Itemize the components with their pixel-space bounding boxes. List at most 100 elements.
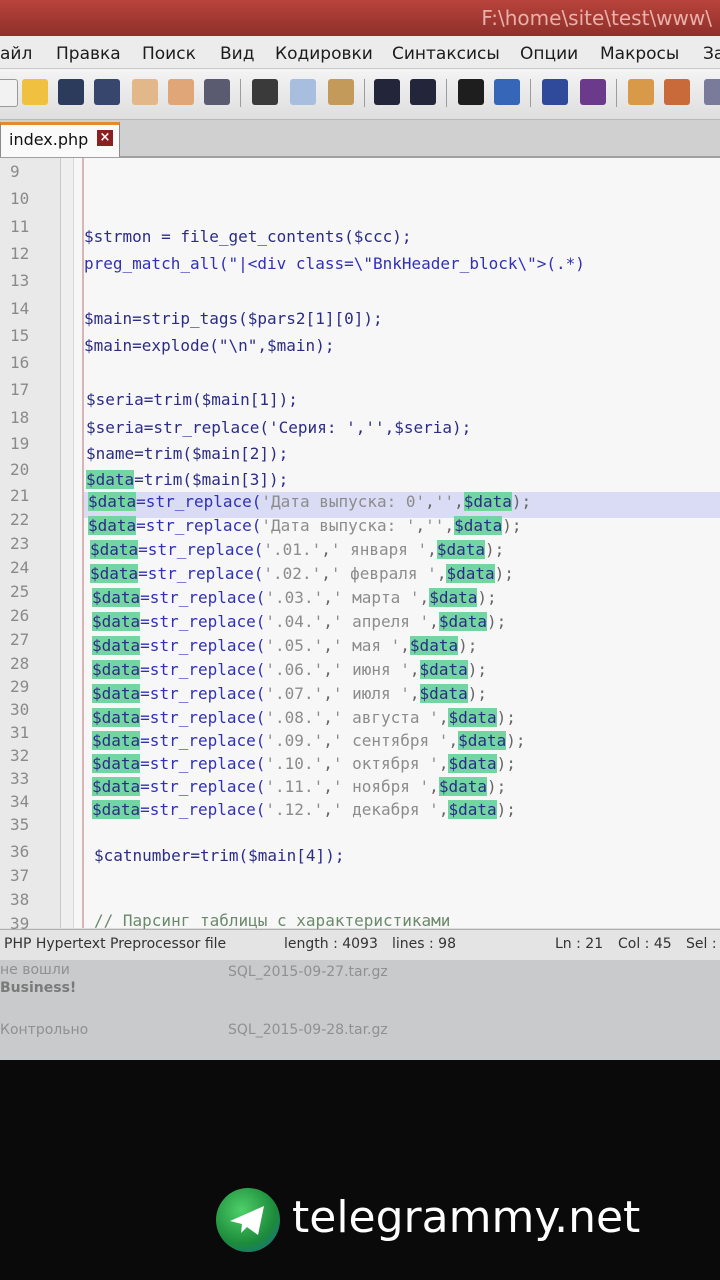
punctuation: , [323,754,333,773]
line-number: 32 [10,746,30,765]
string-literal: ' декабря ' [332,800,439,819]
watermark: telegrammy.net [216,1188,706,1252]
line-number: 17 [10,380,30,399]
code-line-11: $strmon = file_get_contents($ccc); [84,227,412,246]
punctuation: , [427,540,437,559]
highlighted-variable: $data [90,540,139,559]
punctuation: , [323,731,333,750]
string-literal: ' мая ' [332,636,401,655]
punctuation: , [323,777,333,796]
close-icon[interactable]: × [97,130,113,146]
string-literal: ' марта ' [332,588,420,607]
open-folder-icon[interactable] [22,79,48,105]
undo-icon[interactable] [374,79,400,105]
punctuation: , [438,800,449,819]
zoom-out-icon[interactable] [580,79,606,105]
highlighted-variable: $data [88,492,137,511]
replace-icon[interactable] [494,79,520,105]
save-icon[interactable] [58,79,84,105]
string-literal: '' [425,516,445,535]
punctuation: , [438,708,449,727]
tab-index-php[interactable]: index.php × [0,122,120,157]
code-editor[interactable]: 9 10 11 12 13 14 15 16 17 18 19 20 21 22… [0,158,720,933]
toolbar-separator [530,79,531,107]
copy-icon[interactable] [290,79,316,105]
save-all-icon[interactable] [94,79,120,105]
string-literal: ' февраля ' [330,564,437,583]
highlighted-variable: $data [90,564,139,583]
menu-search[interactable]: Поиск [142,44,196,64]
punctuation: , [409,660,420,679]
function-call: =str_replace( [140,731,266,750]
find-icon[interactable] [458,79,484,105]
print-icon[interactable] [204,79,230,105]
string-literal: '.01.' [263,540,322,559]
string-literal: ' июня ' [332,660,410,679]
punctuation: ); [511,492,532,511]
highlighted-variable: $data [92,660,141,679]
punctuation: , [415,516,426,535]
string-literal: ' октября ' [332,754,439,773]
line-number: 35 [10,815,30,834]
punctuation: ); [486,777,507,796]
line-number: 21 [10,486,30,505]
line-number-gutter: 9 10 11 12 13 14 15 16 17 18 19 20 21 22… [0,158,61,933]
code-line-28: $data=str_replace('.06.',' июня ',$data)… [92,660,487,679]
paste-icon[interactable] [328,79,354,105]
highlighted-variable: $data [448,708,497,727]
close-all-icon[interactable] [168,79,194,105]
highlighted-variable: $data [458,731,507,750]
file-link[interactable]: SQL_2015-09-28.tar.gz [228,1022,388,1038]
punctuation: , [323,636,333,655]
sync-scroll-icon[interactable] [628,79,654,105]
code-line-17: $seria=trim($main[1]); [86,390,298,409]
highlighted-variable: $data [438,612,487,631]
function-call: =str_replace( [136,492,262,511]
code-line-19: $name=trim($main[2]); [86,444,289,463]
word-wrap-icon[interactable] [664,79,690,105]
function-call: =str_replace( [140,612,266,631]
new-file-icon[interactable] [0,79,18,107]
show-all-chars-icon[interactable] [704,79,720,105]
telegram-logo-icon [216,1188,280,1252]
menu-syntax[interactable]: Синтаксисы [392,44,500,64]
string-literal: '.09.' [265,731,324,750]
function-call: =str_replace( [140,800,266,819]
punctuation: , [323,588,333,607]
cut-icon[interactable] [252,79,278,105]
menu-edit[interactable]: Правка [56,44,121,64]
edge-line [82,158,84,928]
status-col: Col : 45 [618,936,672,952]
line-number: 9 [10,162,20,181]
menu-view[interactable]: Вид [220,44,254,64]
zoom-in-icon[interactable] [542,79,568,105]
status-ln: Ln : 21 [555,936,604,952]
line-number: 37 [10,866,30,885]
menu-file[interactable]: айл [0,44,32,64]
file-link[interactable]: SQL_2015-09-27.tar.gz [228,964,388,980]
code-line-26: $data=str_replace('.04.',' апреля ',$dat… [92,612,506,631]
code-text: =trim($main[3]); [134,470,289,489]
status-bar: PHP Hypertext Preprocessor file length :… [0,929,720,960]
close-file-icon[interactable] [132,79,158,105]
punctuation: , [321,564,331,583]
menu-run[interactable]: За [703,44,720,64]
window-title: F:\home\site\test\www\ [481,6,712,30]
watermark-text: telegrammy.net [292,1192,641,1243]
highlighted-variable: $data [419,660,468,679]
toolbar [0,69,720,120]
code-line-18: $seria=str_replace('Серия: ','',$seria); [86,418,472,437]
line-number: 22 [10,510,30,529]
fold-margin [61,158,74,928]
menu-options[interactable]: Опции [520,44,578,64]
background-text: Контрольно [0,1022,89,1038]
menu-macros[interactable]: Макросы [600,44,679,64]
menu-encoding[interactable]: Кодировки [275,44,373,64]
line-number: 16 [10,353,30,372]
redo-icon[interactable] [410,79,436,105]
punctuation: ); [502,516,522,535]
code-line-15: $main=explode("\n",$main); [84,336,335,355]
line-number: 25 [10,582,30,601]
highlighted-variable: $data [92,754,141,773]
highlighted-variable: $data [92,731,141,750]
